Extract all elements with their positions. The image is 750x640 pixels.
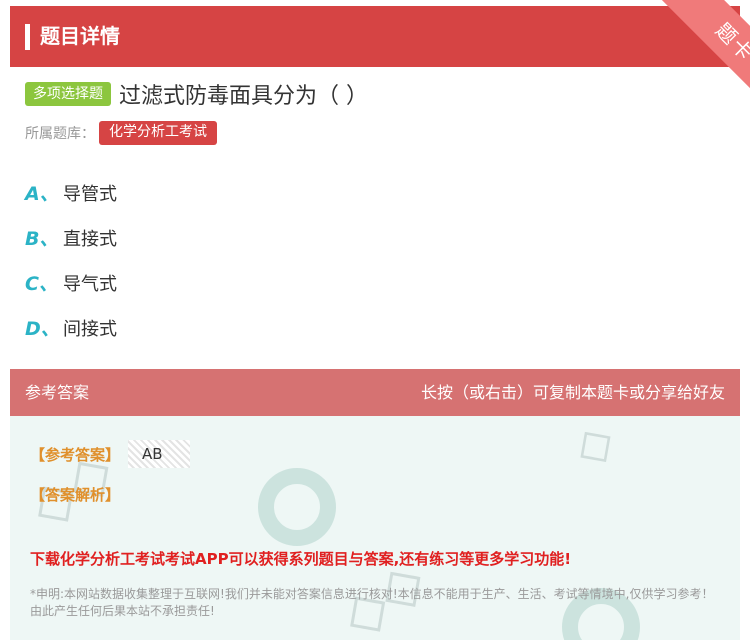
option-text: 间接式 — [63, 318, 117, 340]
app-download-promo[interactable]: 下载化学分析工考试考试APP可以获得系列题目与答案,还有练习等更多学习功能! — [30, 548, 571, 569]
option-a[interactable]: A、 导管式 — [25, 170, 725, 215]
option-text: 导气式 — [63, 273, 117, 295]
disclaimer-text: *申明:本网站数据收集整理于互联网!我们并未能对答案信息进行核对!本信息不能用于… — [30, 587, 714, 618]
answer-header-title: 参考答案 — [25, 383, 90, 402]
question-bank-label: 所属题库： — [25, 126, 95, 142]
question-bank-link[interactable]: 化学分析工考试 — [99, 121, 217, 145]
option-letter: D、 — [25, 318, 60, 340]
reference-answer-row: 【参考答案】 AB — [30, 440, 191, 468]
answer-panel: ◇◇ ◇ ◇◇ 【参考答案】 AB 【答案解析】 下载化学分析工考试考试APP可… — [10, 416, 740, 640]
answer-analysis-label: 【答案解析】 — [30, 486, 121, 504]
share-hint: 长按（或右击）可复制本题卡或分享给好友 — [420, 383, 725, 402]
question-bank-row: 所属题库： 化学分析工考试 — [25, 120, 217, 146]
watermark-logo-icon — [258, 468, 336, 546]
page-title: 题目详情 — [40, 24, 120, 48]
option-b[interactable]: B、 直接式 — [25, 215, 725, 260]
question-type-badge: 多项选择题 — [25, 82, 111, 106]
header-accent-bar — [25, 24, 30, 50]
reference-answer-label: 【参考答案】 — [30, 445, 121, 464]
option-text: 导管式 — [63, 183, 117, 205]
watermark-glyph: ◇ — [562, 416, 625, 478]
option-d[interactable]: D、 间接式 — [25, 305, 725, 350]
reference-answer-value[interactable]: AB — [128, 440, 191, 468]
header-bar: 题目详情 — [10, 6, 740, 67]
question-text: 过滤式防毒面具分为（ ） — [119, 84, 368, 109]
question-row: 多项选择题 过滤式防毒面具分为（ ） — [25, 78, 725, 110]
option-c[interactable]: C、 导气式 — [25, 260, 725, 305]
answer-header: 参考答案 长按（或右击）可复制本题卡或分享给好友 — [10, 369, 740, 416]
option-text: 直接式 — [63, 228, 117, 250]
option-letter: C、 — [25, 273, 58, 295]
options-list: A、 导管式 B、 直接式 C、 导气式 D、 间接式 — [25, 170, 725, 350]
question-card: 题目详情 题卡 多项选择题 过滤式防毒面具分为（ ） 所属题库： 化学分析工考试… — [0, 0, 750, 640]
option-letter: B、 — [25, 228, 59, 250]
option-letter: A、 — [25, 183, 59, 205]
